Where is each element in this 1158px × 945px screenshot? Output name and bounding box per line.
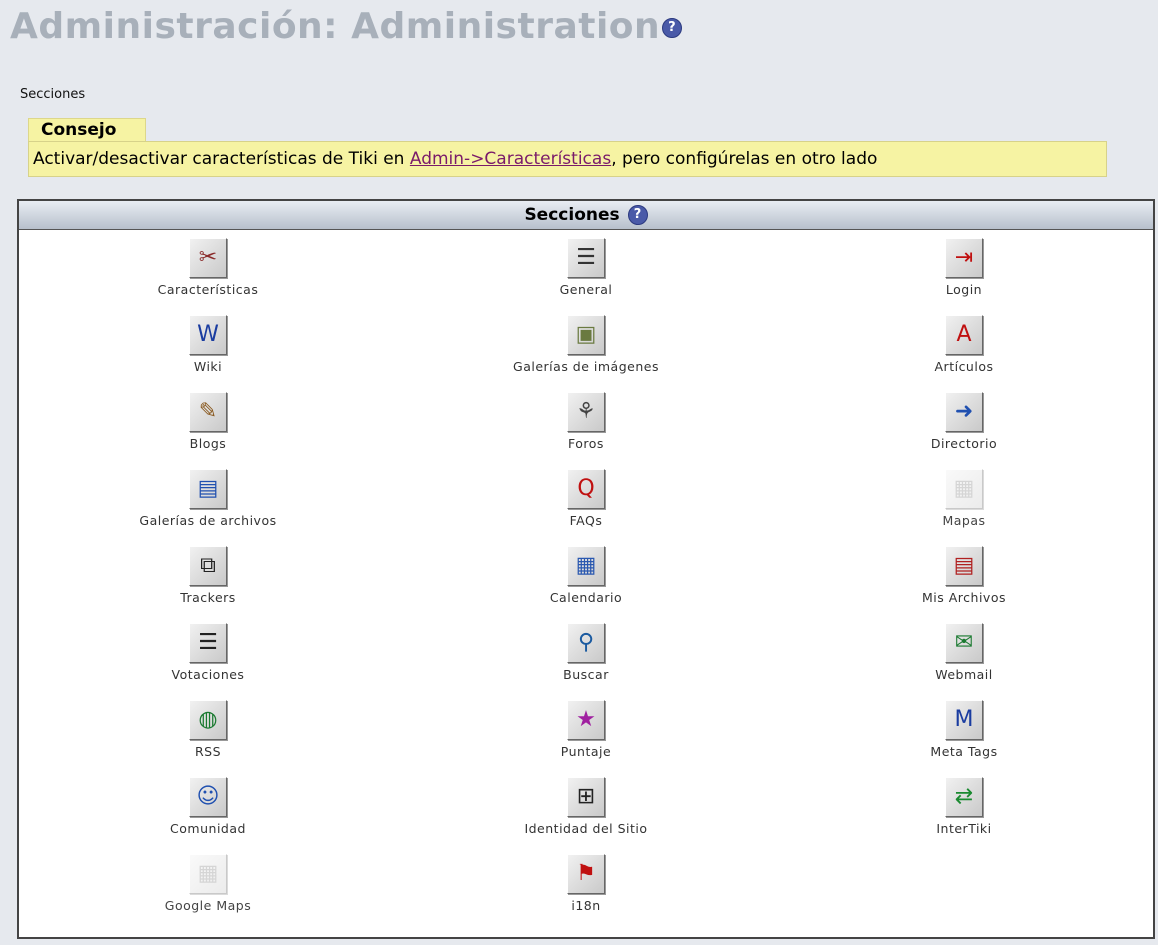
section-label[interactable]: InterTiki — [775, 821, 1153, 836]
section-label[interactable]: i18n — [397, 898, 775, 913]
section-label[interactable]: Mis Archivos — [775, 590, 1153, 605]
section-label[interactable]: Login — [775, 282, 1153, 297]
section-item[interactable]: ☺ Comunidad — [19, 777, 397, 854]
section-label[interactable]: Meta Tags — [775, 744, 1153, 759]
section-label[interactable]: General — [397, 282, 775, 297]
section-item[interactable]: ⇥ Login — [775, 238, 1153, 315]
sections-grid: ✂ Características ☰ General ⇥ Login W Wiki ▣ Gale… — [19, 230, 1153, 931]
section-item[interactable]: ▤ Mis Archivos — [775, 546, 1153, 623]
calendar-icon[interactable]: ▦ — [567, 546, 605, 586]
section-item[interactable]: ⚘ Foros — [397, 392, 775, 469]
section-label[interactable]: Blogs — [19, 436, 397, 451]
panel-header: Secciones ? — [19, 201, 1153, 230]
admin-features-link[interactable]: Admin->Características — [410, 149, 611, 169]
section-item[interactable]: ▦ Google Maps — [19, 854, 397, 931]
section-label[interactable]: Puntaje — [397, 744, 775, 759]
wiki-icon[interactable]: W — [189, 315, 227, 355]
site-identity-icon[interactable]: ⊞ — [567, 777, 605, 817]
my-files-icon[interactable]: ▤ — [945, 546, 983, 586]
section-item[interactable]: ▣ Galerías de imágenes — [397, 315, 775, 392]
general-icon[interactable]: ☰ — [567, 238, 605, 278]
search-icon[interactable]: ⚲ — [567, 623, 605, 663]
google-maps-icon[interactable]: ▦ — [189, 854, 227, 894]
login-icon[interactable]: ⇥ — [945, 238, 983, 278]
section-item[interactable]: A Artículos — [775, 315, 1153, 392]
trackers-icon[interactable]: ⧉ — [189, 546, 227, 586]
tip-text-before: Activar/desactivar características de Ti… — [33, 149, 410, 169]
section-label[interactable]: Google Maps — [19, 898, 397, 913]
tip-box: Activar/desactivar características de Ti… — [28, 141, 1107, 177]
section-item[interactable]: ✎ Blogs — [19, 392, 397, 469]
section-item[interactable]: ✉ Webmail — [775, 623, 1153, 700]
image-gallery-icon[interactable]: ▣ — [567, 315, 605, 355]
articles-icon[interactable]: A — [945, 315, 983, 355]
section-label[interactable]: Calendario — [397, 590, 775, 605]
help-icon[interactable]: ? — [662, 18, 683, 38]
polls-icon[interactable]: ☰ — [189, 623, 227, 663]
score-icon[interactable]: ★ — [567, 700, 605, 740]
section-label[interactable]: Directorio — [775, 436, 1153, 451]
section-item[interactable]: ⚲ Buscar — [397, 623, 775, 700]
breadcrumb: Secciones — [20, 87, 86, 102]
section-item[interactable]: ◍ RSS — [19, 700, 397, 777]
section-label[interactable]: Foros — [397, 436, 775, 451]
help-icon[interactable]: ? — [627, 205, 648, 225]
section-item[interactable]: ⇄ InterTiki — [775, 777, 1153, 854]
file-gallery-icon[interactable]: ▤ — [189, 469, 227, 509]
section-label[interactable]: Trackers — [19, 590, 397, 605]
section-label[interactable]: RSS — [19, 744, 397, 759]
section-item[interactable]: ☰ Votaciones — [19, 623, 397, 700]
forums-icon[interactable]: ⚘ — [567, 392, 605, 432]
blogs-icon[interactable]: ✎ — [189, 392, 227, 432]
section-item[interactable]: ✂ Características — [19, 238, 397, 315]
sections-panel: Secciones ? ✂ Características ☰ General ⇥ Log… — [17, 199, 1155, 939]
section-label[interactable]: Galerías de archivos — [19, 513, 397, 528]
section-label[interactable]: Webmail — [775, 667, 1153, 682]
directory-icon[interactable]: ➜ — [945, 392, 983, 432]
section-label[interactable]: Identidad del Sitio — [397, 821, 775, 836]
page-title: Administración: Administration? — [10, 6, 683, 47]
section-item[interactable]: ⧉ Trackers — [19, 546, 397, 623]
maps-icon[interactable]: ▦ — [945, 469, 983, 509]
section-label[interactable]: FAQs — [397, 513, 775, 528]
section-item[interactable]: ➜ Directorio — [775, 392, 1153, 469]
page-title-text: Administración: Administration — [10, 6, 661, 47]
faqs-icon[interactable]: Q — [567, 469, 605, 509]
meta-tags-icon[interactable]: M — [945, 700, 983, 740]
section-item[interactable]: Q FAQs — [397, 469, 775, 546]
section-label[interactable]: Buscar — [397, 667, 775, 682]
tip-text-after: , pero configúrelas en otro lado — [611, 149, 878, 169]
panel-title: Secciones — [524, 205, 620, 225]
section-item[interactable]: ▤ Galerías de archivos — [19, 469, 397, 546]
tip-heading: Consejo — [28, 118, 146, 141]
section-item[interactable]: ★ Puntaje — [397, 700, 775, 777]
section-label[interactable]: Galerías de imágenes — [397, 359, 775, 374]
intertiki-icon[interactable]: ⇄ — [945, 777, 983, 817]
section-label[interactable]: Wiki — [19, 359, 397, 374]
i18n-icon[interactable]: ⚑ — [567, 854, 605, 894]
rss-icon[interactable]: ◍ — [189, 700, 227, 740]
section-item[interactable]: M Meta Tags — [775, 700, 1153, 777]
section-label[interactable]: Características — [19, 282, 397, 297]
section-item[interactable]: ▦ Mapas — [775, 469, 1153, 546]
section-label[interactable]: Mapas — [775, 513, 1153, 528]
section-item[interactable]: ⊞ Identidad del Sitio — [397, 777, 775, 854]
section-item[interactable]: ▦ Calendario — [397, 546, 775, 623]
webmail-icon[interactable]: ✉ — [945, 623, 983, 663]
features-icon[interactable]: ✂ — [189, 238, 227, 278]
section-label[interactable]: Comunidad — [19, 821, 397, 836]
section-label[interactable]: Artículos — [775, 359, 1153, 374]
section-item[interactable]: ⚑ i18n — [397, 854, 775, 931]
section-item[interactable]: ☰ General — [397, 238, 775, 315]
community-icon[interactable]: ☺ — [189, 777, 227, 817]
section-item[interactable]: W Wiki — [19, 315, 397, 392]
section-label[interactable]: Votaciones — [19, 667, 397, 682]
